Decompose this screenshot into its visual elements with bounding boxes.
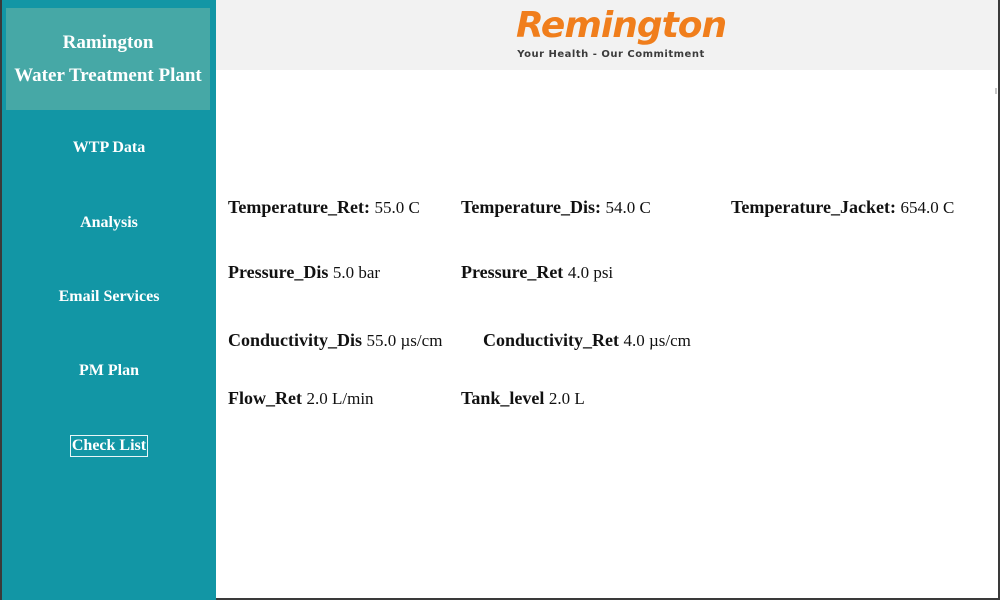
nav-wtp-data-label: WTP Data (72, 139, 146, 156)
scroll-indicator (995, 88, 997, 94)
reading-value: 55.0 C (374, 198, 420, 217)
app-title-line-2: Water Treatment Plant (14, 65, 202, 86)
reading-value: 654.0 C (900, 198, 955, 217)
reading-pressure-dis: Pressure_Dis 5.0 bar (228, 262, 380, 283)
reading-label: Temperature_Jacket: (731, 197, 896, 217)
logo-wordmark: Remington (516, 5, 727, 46)
reading-label: Tank_level (461, 388, 545, 408)
reading-label: Conductivity_Dis (228, 330, 363, 350)
reading-value: 2.0 L (548, 389, 585, 408)
reading-tank-level: Tank_level 2.0 L (461, 388, 585, 409)
reading-value: 4.0 psi (567, 263, 614, 282)
reading-conductivity-ret: Conductivity_Ret 4.0 µs/cm (483, 330, 691, 351)
app-title-box: Ramington Water Treatment Plant (6, 8, 210, 110)
nav-pm-plan[interactable]: PM Plan (2, 362, 216, 380)
reading-label: Flow_Ret (228, 388, 302, 408)
nav-check-list[interactable]: Check List (2, 435, 216, 457)
reading-value: 2.0 L/min (306, 389, 374, 408)
nav-wtp-data[interactable]: WTP Data (2, 139, 216, 157)
app-title-line-1: Ramington (62, 32, 154, 53)
reading-label: Temperature_Dis: (461, 197, 601, 217)
nav-analysis-label: Analysis (80, 214, 138, 231)
nav-email-services[interactable]: Email Services (2, 288, 216, 306)
reading-label: Pressure_Ret (461, 262, 564, 282)
reading-label: Conductivity_Ret (483, 330, 619, 350)
logo-tagline: Your Health - Our Commitment (517, 49, 705, 60)
reading-label: Temperature_Ret: (228, 197, 370, 217)
nav-pm-plan-label: PM Plan (79, 362, 139, 379)
reading-temperature-ret: Temperature_Ret: 55.0 C (228, 197, 420, 218)
reading-value: 4.0 µs/cm (623, 331, 691, 350)
reading-flow-ret: Flow_Ret 2.0 L/min (228, 388, 374, 409)
company-logo: Remington Your Health - Our Commitment (516, 4, 727, 68)
nav-email-services-label: Email Services (58, 288, 160, 305)
reading-value: 54.0 C (605, 198, 651, 217)
reading-temperature-jacket: Temperature_Jacket: 654.0 C (731, 197, 954, 218)
reading-temperature-dis: Temperature_Dis: 54.0 C (461, 197, 651, 218)
reading-label: Pressure_Dis (228, 262, 329, 282)
nav-analysis[interactable]: Analysis (2, 214, 216, 232)
reading-value: 55.0 µs/cm (366, 331, 443, 350)
reading-value: 5.0 bar (332, 263, 381, 282)
nav-check-list-label: Check List (69, 435, 149, 457)
reading-conductivity-dis: Conductivity_Dis 55.0 µs/cm (228, 330, 442, 351)
sidebar: Ramington Water Treatment Plant WTP Data… (2, 0, 216, 600)
reading-pressure-ret: Pressure_Ret 4.0 psi (461, 262, 613, 283)
